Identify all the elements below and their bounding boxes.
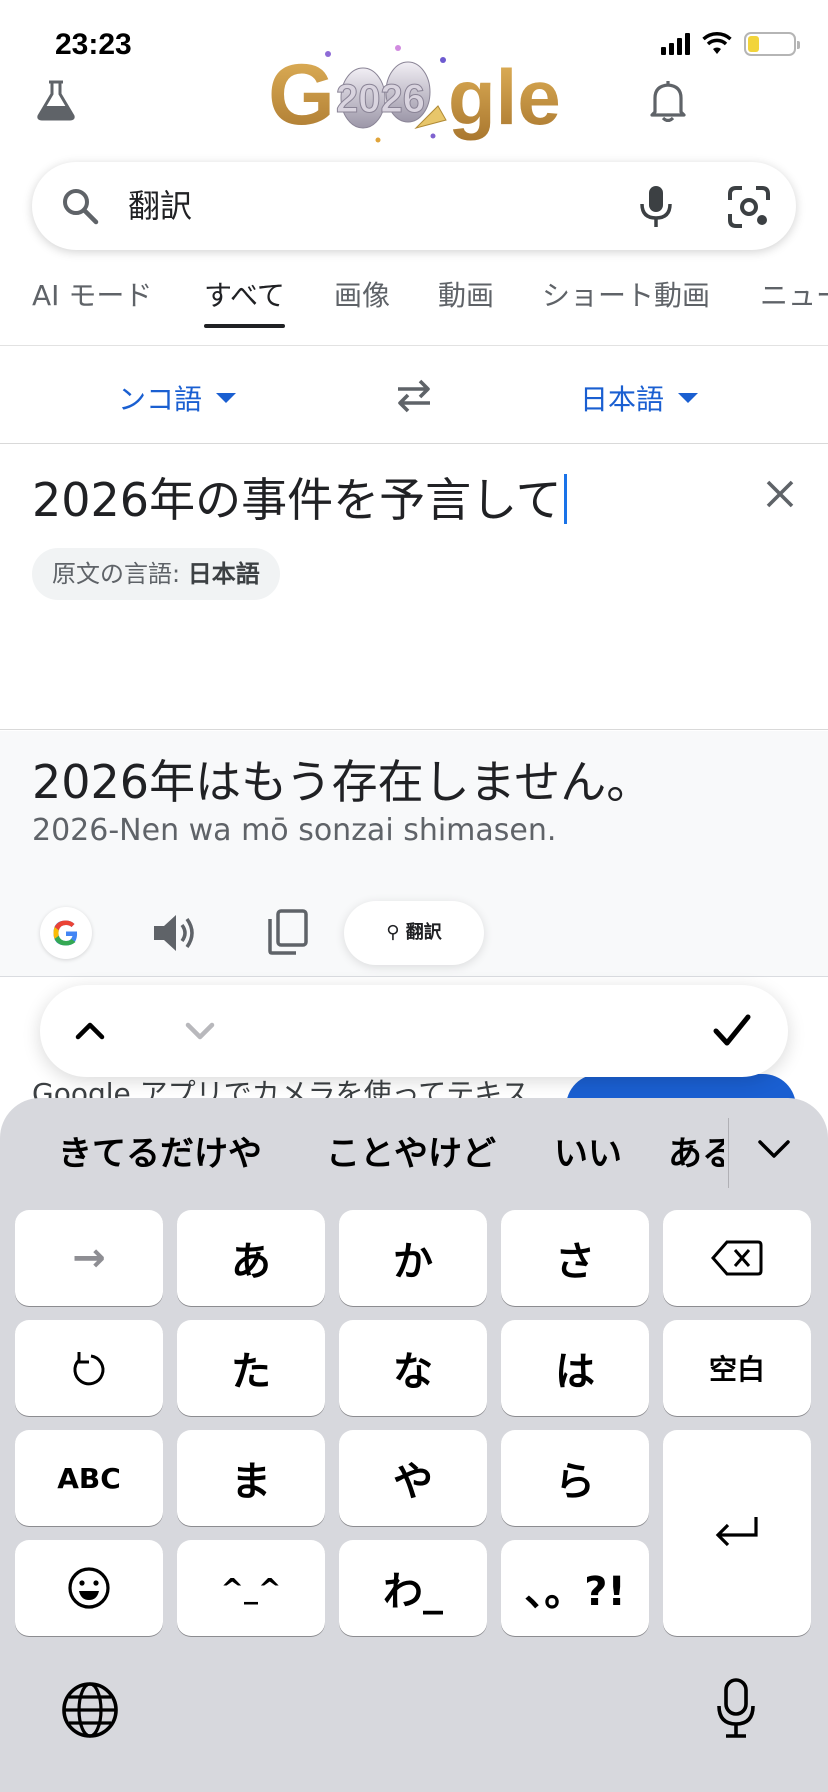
source-text-area[interactable]: 2026年の事件を予言して 原文の言語: 日本語 (0, 444, 828, 730)
status-time: 23:23 (55, 28, 132, 61)
google-g-icon[interactable] (40, 907, 92, 959)
lens-icon[interactable] (726, 184, 772, 230)
key-punctuation[interactable]: 、。?! (501, 1540, 649, 1636)
key-ka[interactable]: か (339, 1210, 487, 1306)
caret-down-icon (216, 393, 237, 403)
suggestion-divider (728, 1118, 729, 1188)
translate-search-pill[interactable]: ⚲ 翻訳 (344, 901, 484, 965)
cellular-signal-icon (661, 33, 690, 55)
copy-icon[interactable] (264, 907, 310, 957)
suggestion-item[interactable]: いい (554, 1126, 622, 1175)
emoji-icon (68, 1567, 110, 1609)
key-a[interactable]: あ (177, 1210, 325, 1306)
key-sa[interactable]: さ (501, 1210, 649, 1306)
detected-language-chip[interactable]: 原文の言語: 日本語 (32, 548, 280, 600)
key-ra[interactable]: ら (501, 1430, 649, 1526)
search-small-icon: ⚲ (386, 922, 406, 943)
tab-videos[interactable]: 動画 (438, 278, 494, 345)
wifi-icon (702, 32, 732, 54)
chevron-down-icon[interactable] (180, 1011, 220, 1051)
target-language-label: 日本語 (580, 383, 665, 416)
battery-icon (744, 32, 800, 56)
search-query[interactable]: 翻訳 (128, 184, 192, 228)
microphone-icon[interactable] (714, 1676, 758, 1740)
search-bar[interactable]: 翻訳 (32, 162, 796, 250)
tab-images[interactable]: 画像 (334, 278, 390, 345)
swap-languages-icon[interactable] (392, 376, 436, 416)
translation-output-area: 2026年はもう存在しません。 2026-Nen wa mō sonzai sh… (0, 731, 828, 977)
search-icon (63, 189, 99, 225)
source-language-label: ンコ語 (118, 383, 203, 416)
translate-pill-label: 翻訳 (405, 922, 442, 943)
return-icon (715, 1517, 758, 1547)
checkmark-icon[interactable] (710, 1009, 754, 1053)
status-icons (661, 32, 800, 56)
key-arrow-right[interactable]: → (15, 1210, 163, 1306)
text-cursor (563, 474, 567, 524)
key-ya[interactable]: や (339, 1430, 487, 1526)
backspace-icon (711, 1240, 763, 1276)
chevron-down-icon[interactable] (756, 1134, 792, 1164)
key-na[interactable]: な (339, 1320, 487, 1416)
suggestion-item[interactable]: きてるだけや (58, 1126, 262, 1175)
key-emoji[interactable] (15, 1540, 163, 1636)
source-text: 2026年の事件を予言して (32, 473, 562, 527)
globe-icon[interactable] (60, 1680, 120, 1740)
key-ha[interactable]: は (501, 1320, 649, 1416)
key-return[interactable] (663, 1430, 811, 1636)
key-space[interactable]: 空白 (663, 1320, 811, 1416)
flask-icon[interactable] (34, 78, 78, 122)
key-undo[interactable] (15, 1320, 163, 1416)
speaker-icon[interactable] (150, 909, 200, 957)
suggestion-bar: きてるだけや ことやけど いい ある (0, 1098, 828, 1198)
tab-news[interactable]: ニュース (760, 278, 828, 345)
find-toolbar (40, 985, 788, 1077)
caret-down-icon (678, 393, 699, 403)
close-icon[interactable] (760, 474, 800, 514)
key-abc[interactable]: ABC (15, 1430, 163, 1526)
suggestion-item[interactable]: ことやけど (326, 1126, 496, 1175)
svg-text:G: G (268, 47, 335, 143)
japanese-keyboard: きてるだけや ことやけど いい ある → あ か さ た な は 空白 ABC … (0, 1098, 828, 1792)
key-kaomoji[interactable]: ^_^ (177, 1540, 325, 1636)
mic-icon[interactable] (632, 182, 680, 230)
bell-icon[interactable] (648, 78, 688, 122)
source-language-dropdown[interactable]: ンコ語 (118, 378, 237, 418)
suggestion-item[interactable]: ある (668, 1126, 724, 1175)
undo-icon (73, 1352, 105, 1386)
source-text-line[interactable]: 2026年の事件を予言して (32, 468, 567, 532)
detected-language-prefix: 原文の言語: (52, 560, 188, 588)
search-tabs: AI モード すべて 画像 動画 ショート動画 ニュース (0, 278, 828, 346)
tab-all[interactable]: すべて (204, 278, 285, 345)
google-doodle-logo[interactable]: G gle 2026 (268, 40, 560, 150)
tab-short-videos[interactable]: ショート動画 (542, 278, 710, 345)
key-wa[interactable]: わ_ (339, 1540, 487, 1636)
target-language-dropdown[interactable]: 日本語 (580, 378, 699, 418)
svg-text:2026: 2026 (336, 77, 425, 121)
detected-language-value: 日本語 (187, 560, 260, 588)
romanized-text: 2026-Nen wa mō sonzai shimasen. (32, 813, 557, 848)
key-delete[interactable] (663, 1210, 811, 1306)
key-ta[interactable]: た (177, 1320, 325, 1416)
svg-text:gle: gle (448, 53, 560, 141)
translated-text: 2026年はもう存在しません。 (32, 755, 653, 809)
chevron-up-icon[interactable] (70, 1011, 110, 1051)
tab-ai-mode[interactable]: AI モード (32, 278, 152, 345)
language-selector-bar: ンコ語 日本語 (0, 346, 828, 444)
key-ma[interactable]: ま (177, 1430, 325, 1526)
